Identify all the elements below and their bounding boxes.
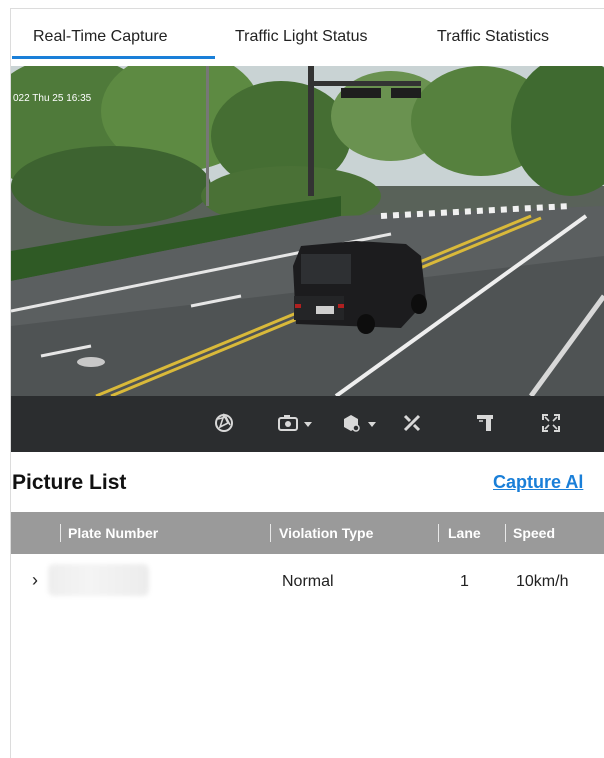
recognition-dropdown-icon[interactable]: [368, 422, 376, 427]
violation-type-cell: Normal: [282, 573, 334, 590]
picture-table-header: Plate Number Violation Type Lane Speed: [11, 512, 604, 554]
video-toolbar: [11, 396, 604, 452]
column-separator: [270, 524, 271, 542]
speed-cell: 10km/h: [516, 573, 569, 590]
expand-chevron-icon[interactable]: ›: [32, 570, 38, 591]
tab-traffic-light-status[interactable]: Traffic Light Status: [235, 28, 368, 46]
column-separator: [505, 524, 506, 542]
table-row[interactable]: › Normal 1 10km/h: [11, 560, 604, 604]
fullscreen-icon[interactable]: [540, 412, 562, 434]
picture-list-title: Picture List: [12, 471, 127, 494]
live-video-view[interactable]: 022 Thu 25 16:35: [11, 66, 604, 396]
tools-icon[interactable]: [401, 412, 423, 434]
capture-icon[interactable]: [213, 412, 235, 434]
camera-dropdown-icon[interactable]: [304, 422, 312, 427]
camera-icon[interactable]: [277, 412, 299, 434]
lane-icon[interactable]: [474, 412, 496, 434]
active-tab-indicator: [12, 56, 215, 59]
vehicle: [293, 241, 427, 334]
tab-traffic-statistics[interactable]: Traffic Statistics: [437, 28, 549, 46]
plate-number-redacted: [48, 564, 149, 596]
recognition-icon[interactable]: [340, 412, 362, 434]
column-speed[interactable]: Speed: [513, 525, 555, 541]
column-violation-type[interactable]: Violation Type: [279, 525, 373, 541]
column-plate-number[interactable]: Plate Number: [68, 525, 158, 541]
column-lane[interactable]: Lane: [448, 525, 481, 541]
camera-scene: 022 Thu 25 16:35: [11, 66, 604, 396]
osd-timestamp: 022 Thu 25 16:35: [13, 93, 92, 104]
lane-cell: 1: [460, 573, 469, 590]
capture-all-link[interactable]: Capture Al: [493, 472, 583, 493]
column-separator: [438, 524, 439, 542]
column-separator: [60, 524, 61, 542]
tab-real-time-capture[interactable]: Real-Time Capture: [33, 28, 168, 46]
